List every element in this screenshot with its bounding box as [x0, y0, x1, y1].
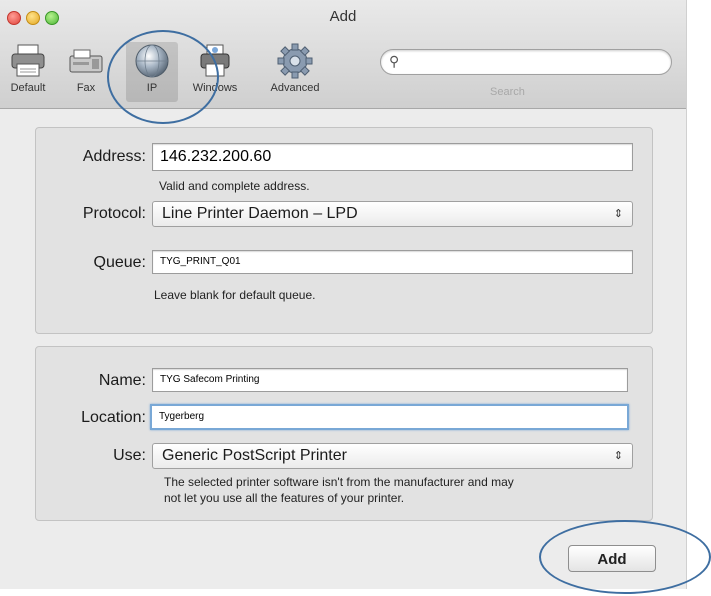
- toolbar-advanced[interactable]: Advanced: [260, 42, 330, 102]
- search-label: Search: [490, 86, 525, 98]
- location-label: Location:: [81, 409, 146, 426]
- use-hint-line1: The selected printer software isn't from…: [164, 475, 514, 489]
- queue-label: Queue:: [93, 254, 146, 271]
- globe-icon: [135, 44, 169, 78]
- toolbar-default-label: Default: [10, 82, 46, 94]
- address-hint: Valid and complete address.: [159, 179, 310, 193]
- toolbar-windows-label: Windows: [192, 82, 238, 94]
- toolbar-ip[interactable]: IP: [126, 42, 178, 102]
- use-value: Generic PostScript Printer: [162, 447, 347, 464]
- search-field[interactable]: ⚲: [380, 49, 672, 75]
- location-field[interactable]: Tygerberg: [150, 404, 629, 430]
- use-hint-line2: not let you use all the features of your…: [164, 491, 405, 505]
- toolbar-default[interactable]: Default: [0, 42, 56, 102]
- protocol-value: Line Printer Daemon – LPD: [162, 205, 358, 222]
- window-title: Add: [329, 8, 357, 25]
- address-field[interactable]: 146.232.200.60: [152, 143, 633, 171]
- windows-printer-icon: [200, 44, 230, 77]
- toolbar-fax-label: Fax: [76, 82, 96, 94]
- use-label: Use:: [113, 447, 146, 464]
- queue-field[interactable]: TYG_PRINT_Q01: [152, 250, 633, 274]
- toolbar-ip-label: IP: [146, 82, 158, 94]
- use-select[interactable]: Generic PostScript Printer ⇕: [152, 443, 633, 469]
- select-arrows-icon: ⇕: [613, 208, 623, 220]
- toolbar-windows[interactable]: Windows: [187, 42, 243, 102]
- name-label: Name:: [98, 372, 146, 389]
- gear-icon: [277, 43, 313, 79]
- protocol-select[interactable]: Line Printer Daemon – LPD ⇕: [152, 201, 633, 227]
- name-field[interactable]: TYG Safecom Printing: [152, 368, 628, 392]
- queue-hint: Leave blank for default queue.: [154, 288, 316, 302]
- toolbar-advanced-label: Advanced: [270, 82, 320, 94]
- fax-icon: [69, 49, 103, 73]
- search-icon: ⚲: [389, 53, 400, 69]
- protocol-label: Protocol:: [82, 205, 146, 222]
- printer-icon: [11, 44, 45, 77]
- title-bar: Add Default Fax IP Windows Advanced ⚲ Se…: [0, 0, 686, 109]
- add-printer-window: Add Default Fax IP Windows Advanced ⚲ Se…: [0, 0, 687, 589]
- add-button[interactable]: Add: [568, 545, 656, 572]
- toolbar-fax[interactable]: Fax: [58, 42, 114, 102]
- select-arrows-icon: ⇕: [613, 450, 623, 462]
- address-label: Address:: [82, 148, 146, 165]
